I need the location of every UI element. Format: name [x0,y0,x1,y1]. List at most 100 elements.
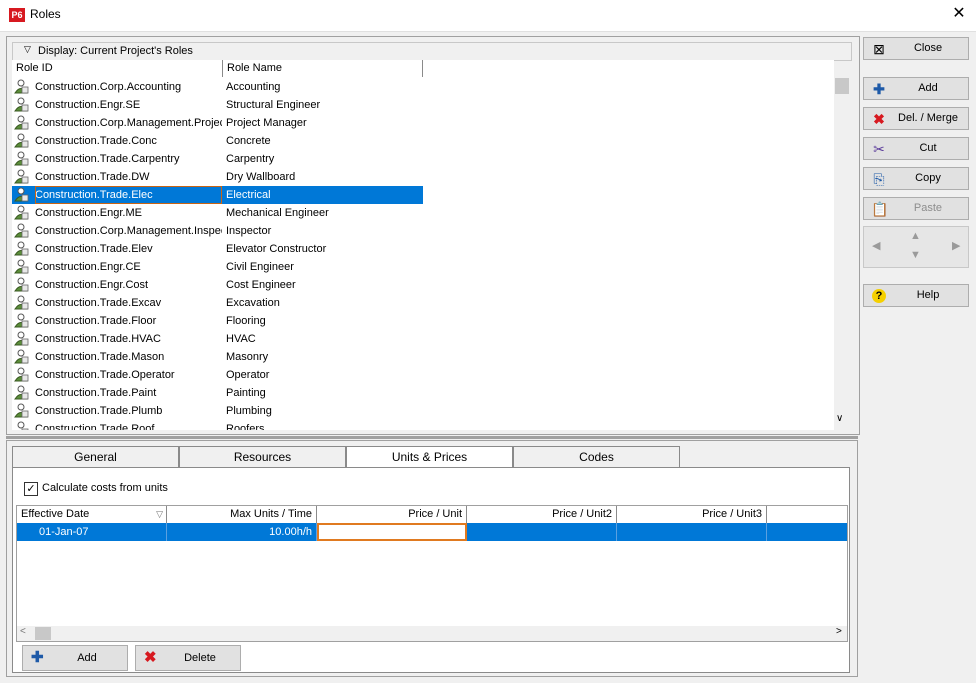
role-name-cell[interactable]: Flooring [226,312,422,330]
role-id-cell[interactable]: Construction.Trade.Elec [35,186,222,204]
role-id-cell[interactable]: Construction.Trade.Conc [35,132,222,150]
table-row[interactable]: Construction.Trade.Paint Painting [12,384,423,402]
role-id-cell[interactable]: Construction.Engr.ME [35,204,222,222]
display-filter-label[interactable]: Display: Current Project's Roles [38,45,193,57]
column-header-price-unit3[interactable]: Price / Unit3 [617,506,767,523]
table-row[interactable]: Construction.Trade.Plumb Plumbing [12,402,423,420]
role-id-cell[interactable]: Construction.Trade.DW [35,168,222,186]
table-row[interactable]: Construction.Engr.Cost Cost Engineer [12,276,423,294]
move-down-icon[interactable]: ▼ [910,249,921,261]
scrollbar-thumb[interactable] [835,78,849,94]
paste-button[interactable]: 📋 Paste [863,197,969,220]
scrollbar-thumb[interactable] [35,627,51,640]
role-name-cell[interactable]: Civil Engineer [226,258,422,276]
role-id-cell[interactable]: Construction.Engr.SE [35,96,222,114]
vertical-scrollbar[interactable] [834,78,850,430]
horizontal-scrollbar[interactable] [17,626,847,641]
copy-button[interactable]: ⎘ Copy [863,167,969,190]
table-row[interactable]: Construction.Engr.ME Mechanical Engineer [12,204,423,222]
delete-price-button[interactable]: ✖ Delete [135,645,241,671]
add-price-button[interactable]: ✚ Add [22,645,128,671]
table-row[interactable]: Construction.Corp.Management.Project Proj… [12,114,423,132]
cell-max-units[interactable]: 10.00h/h [167,523,317,541]
column-header-role-id[interactable]: Role ID [12,60,223,77]
role-id-cell[interactable]: Construction.Trade.Paint [35,384,222,402]
column-header-max-units[interactable]: Max Units / Time [167,506,317,523]
column-header-price-unit2[interactable]: Price / Unit2 [467,506,617,523]
role-id-cell[interactable]: Construction.Trade.HVAC [35,330,222,348]
role-id-cell[interactable]: Construction.Engr.Cost [35,276,222,294]
window-close-icon[interactable]: ✕ [948,3,970,25]
table-row[interactable]: Construction.Engr.SE Structural Engineer [12,96,423,114]
role-name-cell[interactable]: Operator [226,366,422,384]
scroll-down-icon[interactable]: ∨ [836,413,843,424]
role-id-cell[interactable]: Construction.Trade.Plumb [35,402,222,420]
tab-resources[interactable]: Resources [179,446,346,467]
table-row[interactable]: Construction.Trade.Floor Flooring [12,312,423,330]
cell-effective-date[interactable]: 01-Jan-07 [17,523,167,541]
tab-codes[interactable]: Codes [513,446,680,467]
table-row[interactable]: Construction.Trade.Mason Masonry [12,348,423,366]
role-name-cell[interactable]: Electrical [226,186,422,204]
table-row[interactable]: Construction.Trade.Operator Operator [12,366,423,384]
table-row[interactable]: Construction.Corp.Management.Inspect Insp… [12,222,423,240]
cell-price-unit2[interactable] [467,523,617,541]
cut-button[interactable]: ✂ Cut [863,137,969,160]
table-row[interactable]: Construction.Corp.Accounting Accounting [12,78,423,96]
role-id-cell[interactable]: Construction.Corp.Management.Project [35,114,222,132]
close-button[interactable]: ⊠ Close [863,37,969,60]
scroll-right-icon[interactable]: > [836,626,842,637]
role-name-cell[interactable]: Carpentry [226,150,422,168]
table-row[interactable]: Construction.Trade.Elev Elevator Construc… [12,240,423,258]
role-name-cell[interactable]: Painting [226,384,422,402]
role-name-cell[interactable]: Excavation [226,294,422,312]
del-merge-button[interactable]: ✖ Del. / Merge [863,107,969,130]
table-row[interactable]: Construction.Trade.Roof Roofers [12,420,423,430]
role-name-cell[interactable]: Inspector [226,222,422,240]
pane-splitter[interactable] [6,436,858,439]
role-id-cell[interactable]: Construction.Trade.Roof [35,420,222,430]
table-row[interactable]: Construction.Trade.HVAC HVAC [12,330,423,348]
role-id-cell[interactable]: Construction.Trade.Operator [35,366,222,384]
role-name-cell[interactable]: Accounting [226,78,422,96]
role-name-cell[interactable]: Dry Wallboard [226,168,422,186]
move-left-icon[interactable]: ◀ [872,239,880,252]
role-id-cell[interactable]: Construction.Trade.Mason [35,348,222,366]
role-name-cell[interactable]: Cost Engineer [226,276,422,294]
role-name-cell[interactable]: Roofers [226,420,422,430]
cell-price-unit[interactable] [317,523,467,541]
role-id-cell[interactable]: Construction.Trade.Elev [35,240,222,258]
column-header-price-unit[interactable]: Price / Unit [317,506,467,523]
table-row[interactable]: Construction.Trade.Elec Electrical [12,186,423,204]
role-id-cell[interactable]: Construction.Corp.Accounting [35,78,222,96]
table-row[interactable]: Construction.Engr.CE Civil Engineer [12,258,423,276]
chevron-down-icon[interactable]: ▽ [24,44,31,55]
cell-price-unit3[interactable] [617,523,767,541]
role-id-cell[interactable]: Construction.Trade.Floor [35,312,222,330]
role-id-cell[interactable]: Construction.Trade.Carpentry [35,150,222,168]
role-name-cell[interactable]: Mechanical Engineer [226,204,422,222]
table-row[interactable]: Construction.Trade.Excav Excavation [12,294,423,312]
move-right-icon[interactable]: ▶ [952,239,960,252]
add-button[interactable]: ✚ Add [863,77,969,100]
role-name-cell[interactable]: Elevator Constructor [226,240,422,258]
role-name-cell[interactable]: Masonry [226,348,422,366]
role-name-cell[interactable]: Structural Engineer [226,96,422,114]
tab-general[interactable]: General [12,446,179,467]
tab-units-prices[interactable]: Units & Prices [346,446,513,469]
role-name-cell[interactable]: Project Manager [226,114,422,132]
move-up-icon[interactable]: ▲ [910,230,921,242]
help-button[interactable]: ? Help [863,284,969,307]
table-row[interactable]: Construction.Trade.Carpentry Carpentry [12,150,423,168]
role-id-cell[interactable]: Construction.Engr.CE [35,258,222,276]
calc-costs-checkbox[interactable]: ✓ [24,482,38,496]
role-id-cell[interactable]: Construction.Trade.Excav [35,294,222,312]
column-header-role-name[interactable]: Role Name [223,60,423,77]
scroll-left-icon[interactable]: < [20,626,26,637]
table-row[interactable]: Construction.Trade.DW Dry Wallboard [12,168,423,186]
column-header-effective-date[interactable]: Effective Date ▽ [17,506,167,523]
table-row[interactable]: Construction.Trade.Conc Concrete [12,132,423,150]
role-id-cell[interactable]: Construction.Corp.Management.Inspect [35,222,222,240]
role-name-cell[interactable]: HVAC [226,330,422,348]
role-name-cell[interactable]: Plumbing [226,402,422,420]
